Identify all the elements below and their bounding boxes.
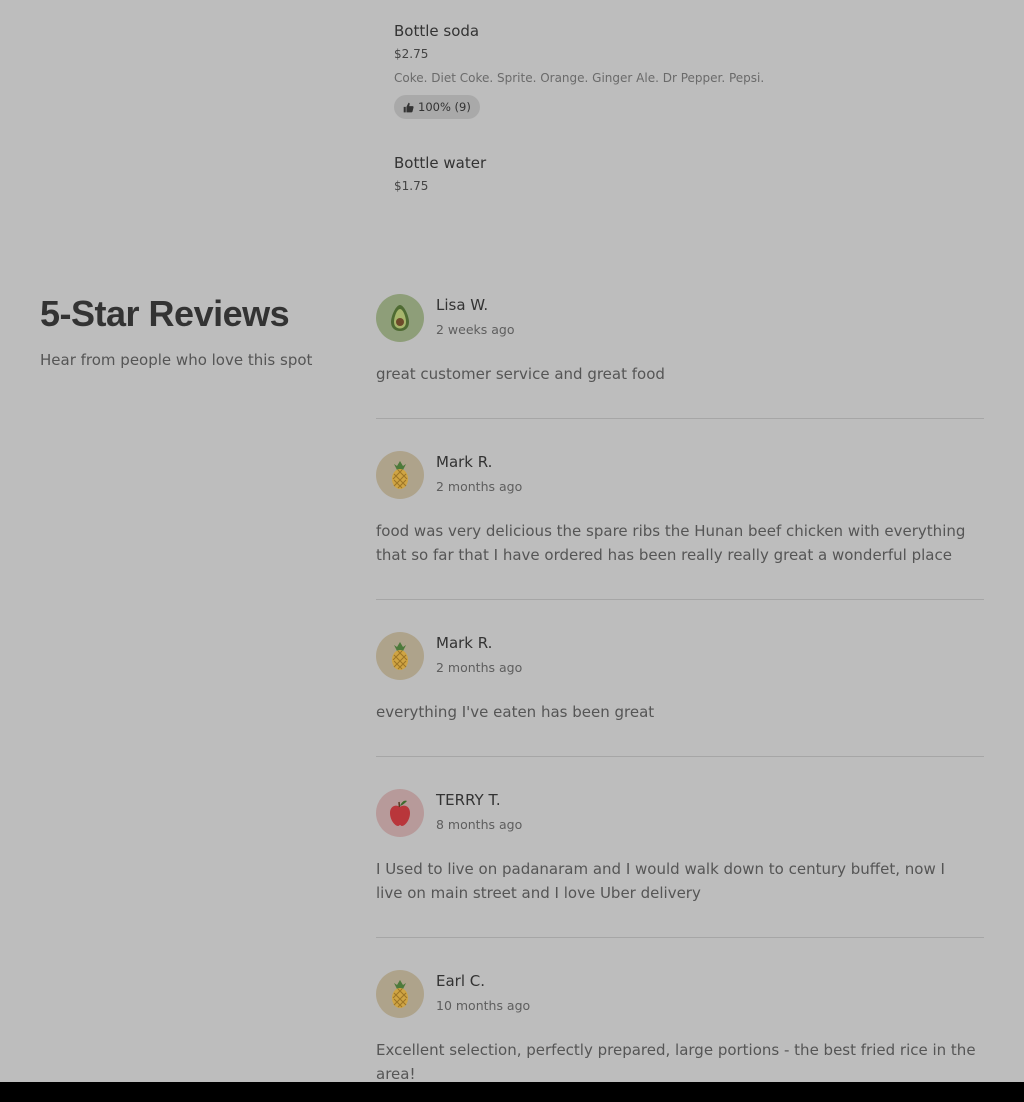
review-divider [376, 599, 984, 600]
avatar [376, 632, 424, 680]
review-text: Excellent selection, perfectly prepared,… [376, 1041, 976, 1083]
avatar [376, 970, 424, 1018]
item-name: Bottle soda [394, 22, 480, 40]
review-time: 2 weeks ago [436, 322, 515, 337]
review-time: 2 months ago [436, 660, 523, 675]
avocado-icon [391, 305, 409, 331]
review-text: great customer service and great food [376, 365, 665, 383]
review-divider [376, 756, 984, 757]
review-time: 8 months ago [436, 817, 523, 832]
review-time: 10 months ago [436, 998, 531, 1013]
bottom-bar [0, 1082, 1024, 1102]
avatar [376, 294, 424, 342]
pineapple-icon [392, 980, 408, 1008]
review-text: everything I've eaten has been great [376, 703, 655, 721]
item-price: $2.75 [394, 47, 429, 61]
thumbs-up-icon [403, 102, 414, 112]
avatar [376, 451, 424, 499]
reviewer-name: Lisa W. [436, 296, 489, 314]
item-price: $1.75 [394, 179, 429, 193]
reviews-subtitle: Hear from people who love this spot [40, 351, 313, 369]
reviewer-name: Mark R. [436, 634, 493, 652]
reviewer-name: Mark R. [436, 453, 493, 471]
avatar [376, 789, 424, 837]
review-text: food was very delicious the spare ribs t… [376, 522, 966, 564]
apple-icon [390, 800, 410, 826]
item-description: Coke. Diet Coke. Sprite. Orange. Ginger … [394, 71, 765, 85]
rating-badge: 100% (9) [394, 95, 480, 119]
item-name: Bottle water [394, 154, 487, 172]
reviews-title: 5-Star Reviews [40, 293, 290, 334]
rating-text: 100% (9) [418, 100, 471, 114]
menu-item-bottle-water[interactable]: Bottle water $1.75 [394, 154, 486, 193]
reviewer-name: Earl C. [436, 972, 486, 990]
pineapple-icon [392, 642, 408, 670]
review-time: 2 months ago [436, 479, 523, 494]
review-divider [376, 418, 984, 419]
review-text: I Used to live on padanaram and I would … [376, 860, 945, 902]
reviewer-name: TERRY T. [436, 791, 501, 809]
menu-item-bottle-soda[interactable]: Bottle soda $2.75 Coke. Diet Coke. Sprit… [394, 22, 764, 119]
pineapple-icon [392, 461, 408, 489]
review-divider [376, 937, 984, 938]
